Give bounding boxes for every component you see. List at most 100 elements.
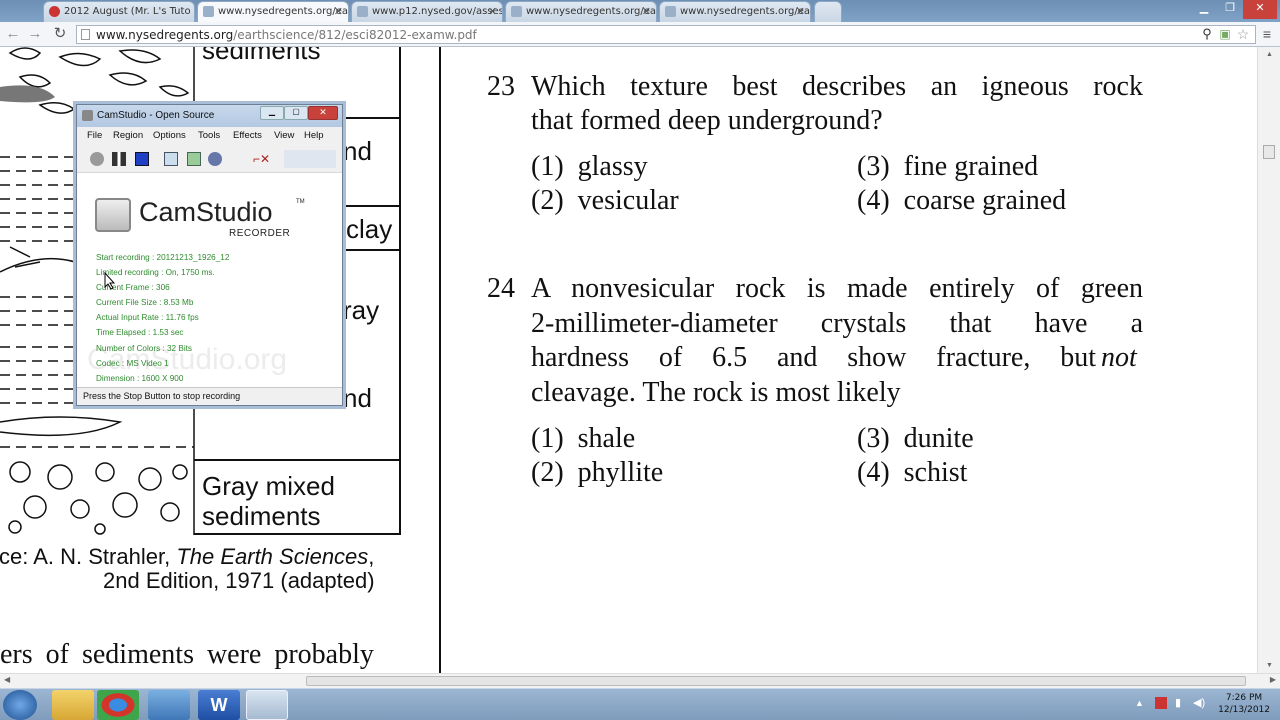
- menu-effects[interactable]: Effects: [233, 130, 262, 141]
- swf-icon[interactable]: [208, 152, 222, 166]
- tab-close-icon[interactable]: ✕: [334, 5, 343, 18]
- page-icon: [81, 29, 90, 40]
- body-text: ers of sediments were probably: [0, 639, 374, 670]
- control-panel-taskbar-icon[interactable]: [148, 690, 190, 720]
- tab-title: www.nysedregents.org/ea: [680, 6, 811, 17]
- option-text: shale: [577, 423, 636, 454]
- stat-line: Number of Colors : 32 Bits: [96, 344, 193, 353]
- source-title: The Earth Sciences: [176, 544, 369, 569]
- record-button[interactable]: [90, 152, 104, 166]
- horizontal-scrollbar[interactable]: ◀ ▶: [0, 673, 1280, 688]
- stop-button[interactable]: [135, 152, 149, 166]
- scroll-left-icon[interactable]: ◀: [4, 675, 10, 684]
- close-window-icon[interactable]: ✕: [1243, 0, 1277, 19]
- scroll-right-icon[interactable]: ▶: [1270, 675, 1276, 684]
- question-number: 23: [487, 71, 515, 102]
- browser-tab-2[interactable]: www.nysedregents.org/ea ✕: [197, 1, 349, 22]
- menu-tools[interactable]: Tools: [198, 130, 220, 141]
- menu-options[interactable]: Options: [153, 130, 186, 141]
- camstudio-statusbar: Press the Stop Button to stop recording: [77, 387, 342, 405]
- extension-icon[interactable]: ▣: [1216, 25, 1234, 43]
- browser-tab-4[interactable]: www.nysedregents.org/ea ✕: [505, 1, 657, 22]
- vertical-scrollbar[interactable]: ▲ ▼: [1257, 47, 1280, 673]
- tab-title: www.nysedregents.org/ea: [526, 6, 657, 17]
- system-clock[interactable]: 7:26 PM 12/13/2012: [1218, 692, 1270, 716]
- camstudio-taskbar-icon[interactable]: [246, 690, 288, 720]
- option-text: dunite: [903, 423, 974, 454]
- scroll-down-icon[interactable]: ▼: [1266, 662, 1273, 669]
- forward-arrow-icon[interactable]: →: [26, 25, 44, 43]
- explorer-taskbar-icon[interactable]: [52, 690, 94, 720]
- minimize-icon[interactable]: ▁: [260, 106, 284, 120]
- option-number: (4): [857, 457, 890, 488]
- scrollbar-thumb[interactable]: [306, 676, 1246, 686]
- option-number: (4): [857, 185, 890, 216]
- taskbar: W ▲ ▮ ◀) 7:26 PM 12/13/2012: [0, 688, 1280, 720]
- start-button[interactable]: [3, 690, 37, 720]
- option-number: (1): [531, 423, 564, 454]
- stat-line: Dimension : 1600 X 900: [96, 374, 184, 383]
- new-tab-button[interactable]: [814, 1, 842, 22]
- column-divider: [439, 47, 441, 673]
- question-text: cleavage. The rock is most likely: [531, 377, 901, 408]
- camstudio-window[interactable]: CamStudio - Open Source ▁ ▢ ✕ File Regio…: [76, 104, 343, 406]
- pause-button[interactable]: [112, 152, 126, 166]
- browser-tab-3[interactable]: www.p12.nysed.gov/asses ✕: [351, 1, 503, 22]
- option-number: (1): [531, 151, 564, 182]
- word-taskbar-icon[interactable]: W: [198, 690, 240, 720]
- network-icon[interactable]: ▮: [1175, 696, 1181, 709]
- tab-close-icon[interactable]: ✕: [796, 5, 805, 18]
- menu-file[interactable]: File: [87, 130, 102, 141]
- camstudio-titlebar[interactable]: CamStudio - Open Source ▁ ▢ ✕: [77, 105, 342, 127]
- option-number: (3): [857, 151, 890, 182]
- question-emphasis: not: [1101, 342, 1137, 373]
- table-row-line: [194, 459, 401, 461]
- question-number: 24: [487, 273, 515, 304]
- menu-wrench-icon[interactable]: ≡: [1258, 25, 1276, 43]
- minimize-icon[interactable]: ▁: [1191, 0, 1217, 19]
- reload-icon[interactable]: ↻: [51, 25, 69, 43]
- volume-icon[interactable]: ◀): [1193, 696, 1205, 709]
- options-icon[interactable]: ⌐✕: [253, 152, 270, 166]
- option-text: schist: [903, 457, 968, 488]
- show-hidden-icons-icon[interactable]: ▲: [1135, 698, 1144, 708]
- address-bar[interactable]: www.nysedregents.org/earthscience/812/es…: [76, 25, 1256, 44]
- stat-line: Actual Input Rate : 11.76 fps: [96, 313, 199, 322]
- option-text: coarse grained: [903, 185, 1067, 216]
- chrome-taskbar-icon[interactable]: [97, 690, 139, 720]
- table-border: [399, 47, 401, 535]
- tab-close-icon[interactable]: ✕: [488, 5, 497, 18]
- close-icon[interactable]: ✕: [308, 106, 338, 120]
- answer-option: (3) fine grained: [857, 151, 1038, 183]
- maximize-icon[interactable]: ▢: [284, 106, 308, 120]
- option-number: (2): [531, 457, 564, 488]
- scroll-up-icon[interactable]: ▲: [1266, 51, 1273, 58]
- table-row-line: [340, 249, 401, 251]
- menu-help[interactable]: Help: [304, 130, 324, 141]
- word-icon-glyph: W: [210, 695, 228, 715]
- menu-view[interactable]: View: [274, 130, 294, 141]
- browser-tab-5[interactable]: www.nysedregents.org/ea ✕: [659, 1, 811, 22]
- page-favicon-icon: [665, 6, 676, 17]
- zoom-icon[interactable]: ⚲: [1198, 25, 1216, 43]
- bookmark-star-icon[interactable]: ☆: [1234, 25, 1252, 43]
- answer-option: (2) phyllite: [531, 457, 663, 489]
- camstudio-toolbar: ⌐✕: [77, 145, 342, 173]
- source-suffix: ,: [368, 544, 375, 569]
- maximize-icon[interactable]: ❐: [1217, 0, 1243, 19]
- answer-option: (1) glassy: [531, 151, 648, 183]
- mouse-cursor-icon: [104, 272, 116, 290]
- menu-region[interactable]: Region: [113, 130, 143, 141]
- back-arrow-icon[interactable]: ←: [4, 25, 22, 43]
- scrollbar-thumb[interactable]: [1263, 145, 1275, 159]
- annotation-icon[interactable]: [187, 152, 201, 166]
- option-number: (3): [857, 423, 890, 454]
- logo-text: CamStudio: [139, 197, 273, 227]
- layer-label: clay: [346, 214, 393, 244]
- camstudio-app-icon: [82, 110, 93, 121]
- browser-tab-1[interactable]: 2012 August (Mr. L's Tuto: [43, 1, 195, 22]
- tab-close-icon[interactable]: ✕: [642, 5, 651, 18]
- region-icon[interactable]: [164, 152, 178, 166]
- option-text: vesicular: [577, 185, 679, 216]
- tray-flag-icon[interactable]: [1155, 697, 1167, 709]
